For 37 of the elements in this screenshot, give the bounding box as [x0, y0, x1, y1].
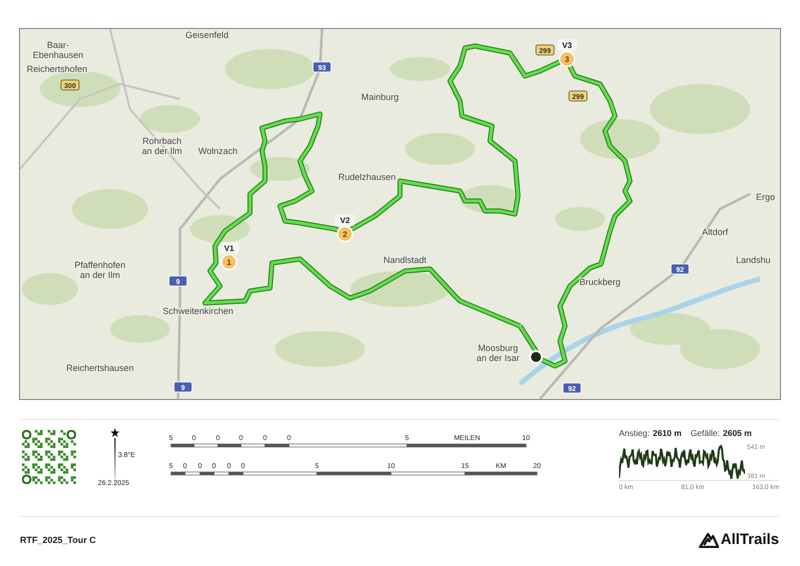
- gain-value: 2610 m: [652, 428, 682, 438]
- place-label: Bruckberg: [579, 277, 621, 287]
- waypoint-label: V2: [335, 214, 355, 226]
- place-label: Moosburg an der Isar: [476, 343, 520, 363]
- forest-patch: [110, 315, 170, 343]
- place-label: Schweitenkirchen: [162, 306, 234, 316]
- place-label: Wolnzach: [198, 146, 238, 156]
- forest-patch: [22, 273, 78, 305]
- waypoint-marker: 2: [336, 226, 354, 242]
- forest-patch: [190, 215, 250, 243]
- forest-patch: [250, 157, 310, 181]
- place-label: Rudelzhausen: [338, 172, 396, 182]
- forest-patch: [555, 207, 605, 231]
- loss-value: 2605 m: [722, 428, 752, 438]
- waypoint-label: V1: [219, 242, 239, 254]
- forest-patch: [405, 133, 475, 165]
- gain-label: Anstieg:: [619, 428, 650, 438]
- place-label: Ergo: [756, 192, 776, 202]
- place-label: Baar- Ebenhausen: [32, 40, 84, 60]
- qr-code-icon: [22, 430, 76, 484]
- place-label: Rohrbach an der Ilm: [142, 136, 182, 156]
- brand-logo: AllTrails: [698, 531, 779, 548]
- place-label: Pfaffenhofen an der Ilm: [74, 260, 126, 280]
- place-label: Mainburg: [361, 92, 399, 102]
- place-label: Geisenfeld: [185, 30, 229, 40]
- place-label: Altdorf: [702, 227, 728, 237]
- place-label: Nandlstadt: [383, 255, 427, 265]
- route-title: RTF_2025_Tour C: [20, 534, 96, 544]
- place-label: Reichertshofen: [26, 64, 88, 74]
- waypoint-label: V3: [557, 39, 577, 51]
- start-marker: [529, 350, 543, 364]
- waypoint-marker: 3: [558, 50, 576, 68]
- place-label: Reichertshausen: [66, 363, 134, 373]
- forest-patch: [390, 57, 450, 81]
- forest-patch: [140, 105, 200, 133]
- place-label: Landshu: [736, 255, 771, 265]
- loss-label: Gefälle:: [690, 428, 720, 438]
